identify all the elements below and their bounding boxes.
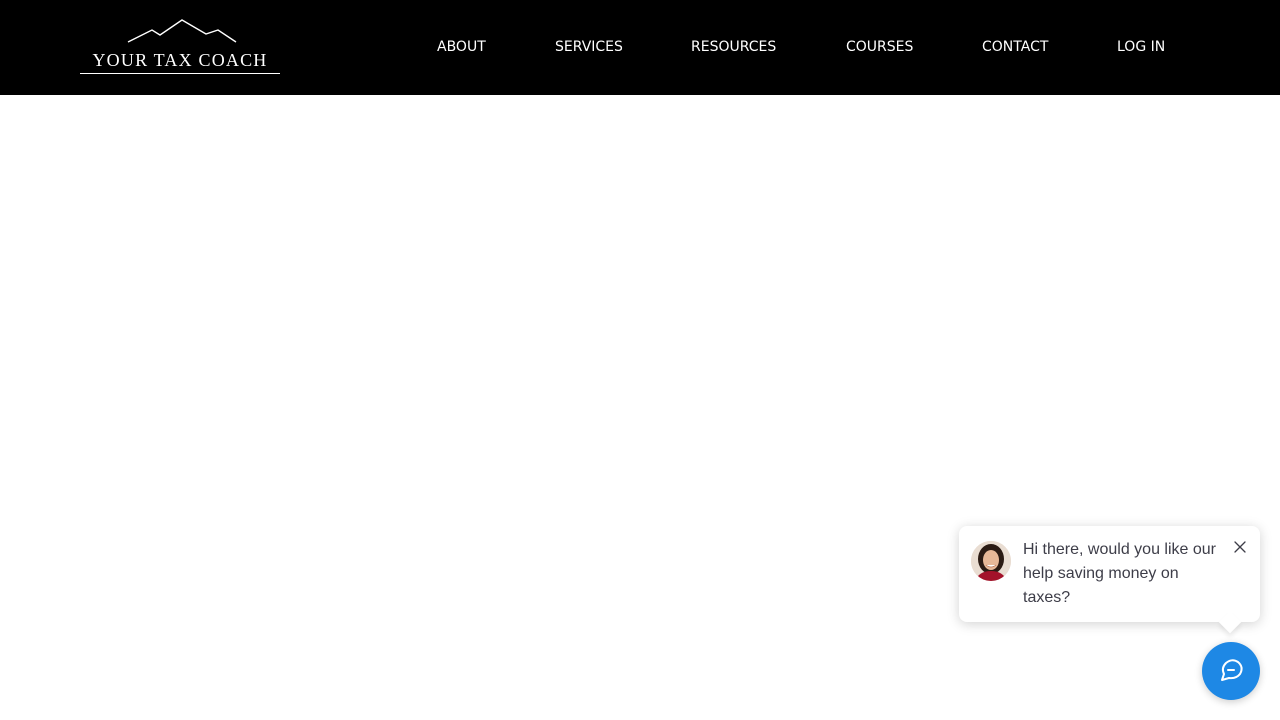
- chat-launcher-button[interactable]: [1202, 642, 1260, 700]
- chat-greeting-popup[interactable]: Hi there, would you like our help saving…: [959, 526, 1260, 622]
- main-nav: ABOUT SERVICES RESOURCES COURSES CONTACT…: [0, 0, 1280, 95]
- nav-item-resources[interactable]: RESOURCES: [691, 38, 776, 56]
- nav-item-log-in[interactable]: LOG IN: [1117, 38, 1165, 56]
- nav-item-contact[interactable]: CONTACT: [982, 38, 1048, 56]
- nav-item-about[interactable]: ABOUT: [437, 38, 486, 56]
- nav-item-services[interactable]: SERVICES: [555, 38, 623, 56]
- agent-avatar: [971, 541, 1011, 581]
- chat-bubble-icon: [1221, 659, 1243, 681]
- nav-item-courses[interactable]: COURSES: [846, 38, 913, 56]
- site-header: YOUR TAX COACH ABOUT SERVICES RESOURCES …: [0, 0, 1280, 95]
- chat-message: Hi there, would you like our help saving…: [1023, 541, 1216, 606]
- close-icon[interactable]: [1231, 538, 1249, 556]
